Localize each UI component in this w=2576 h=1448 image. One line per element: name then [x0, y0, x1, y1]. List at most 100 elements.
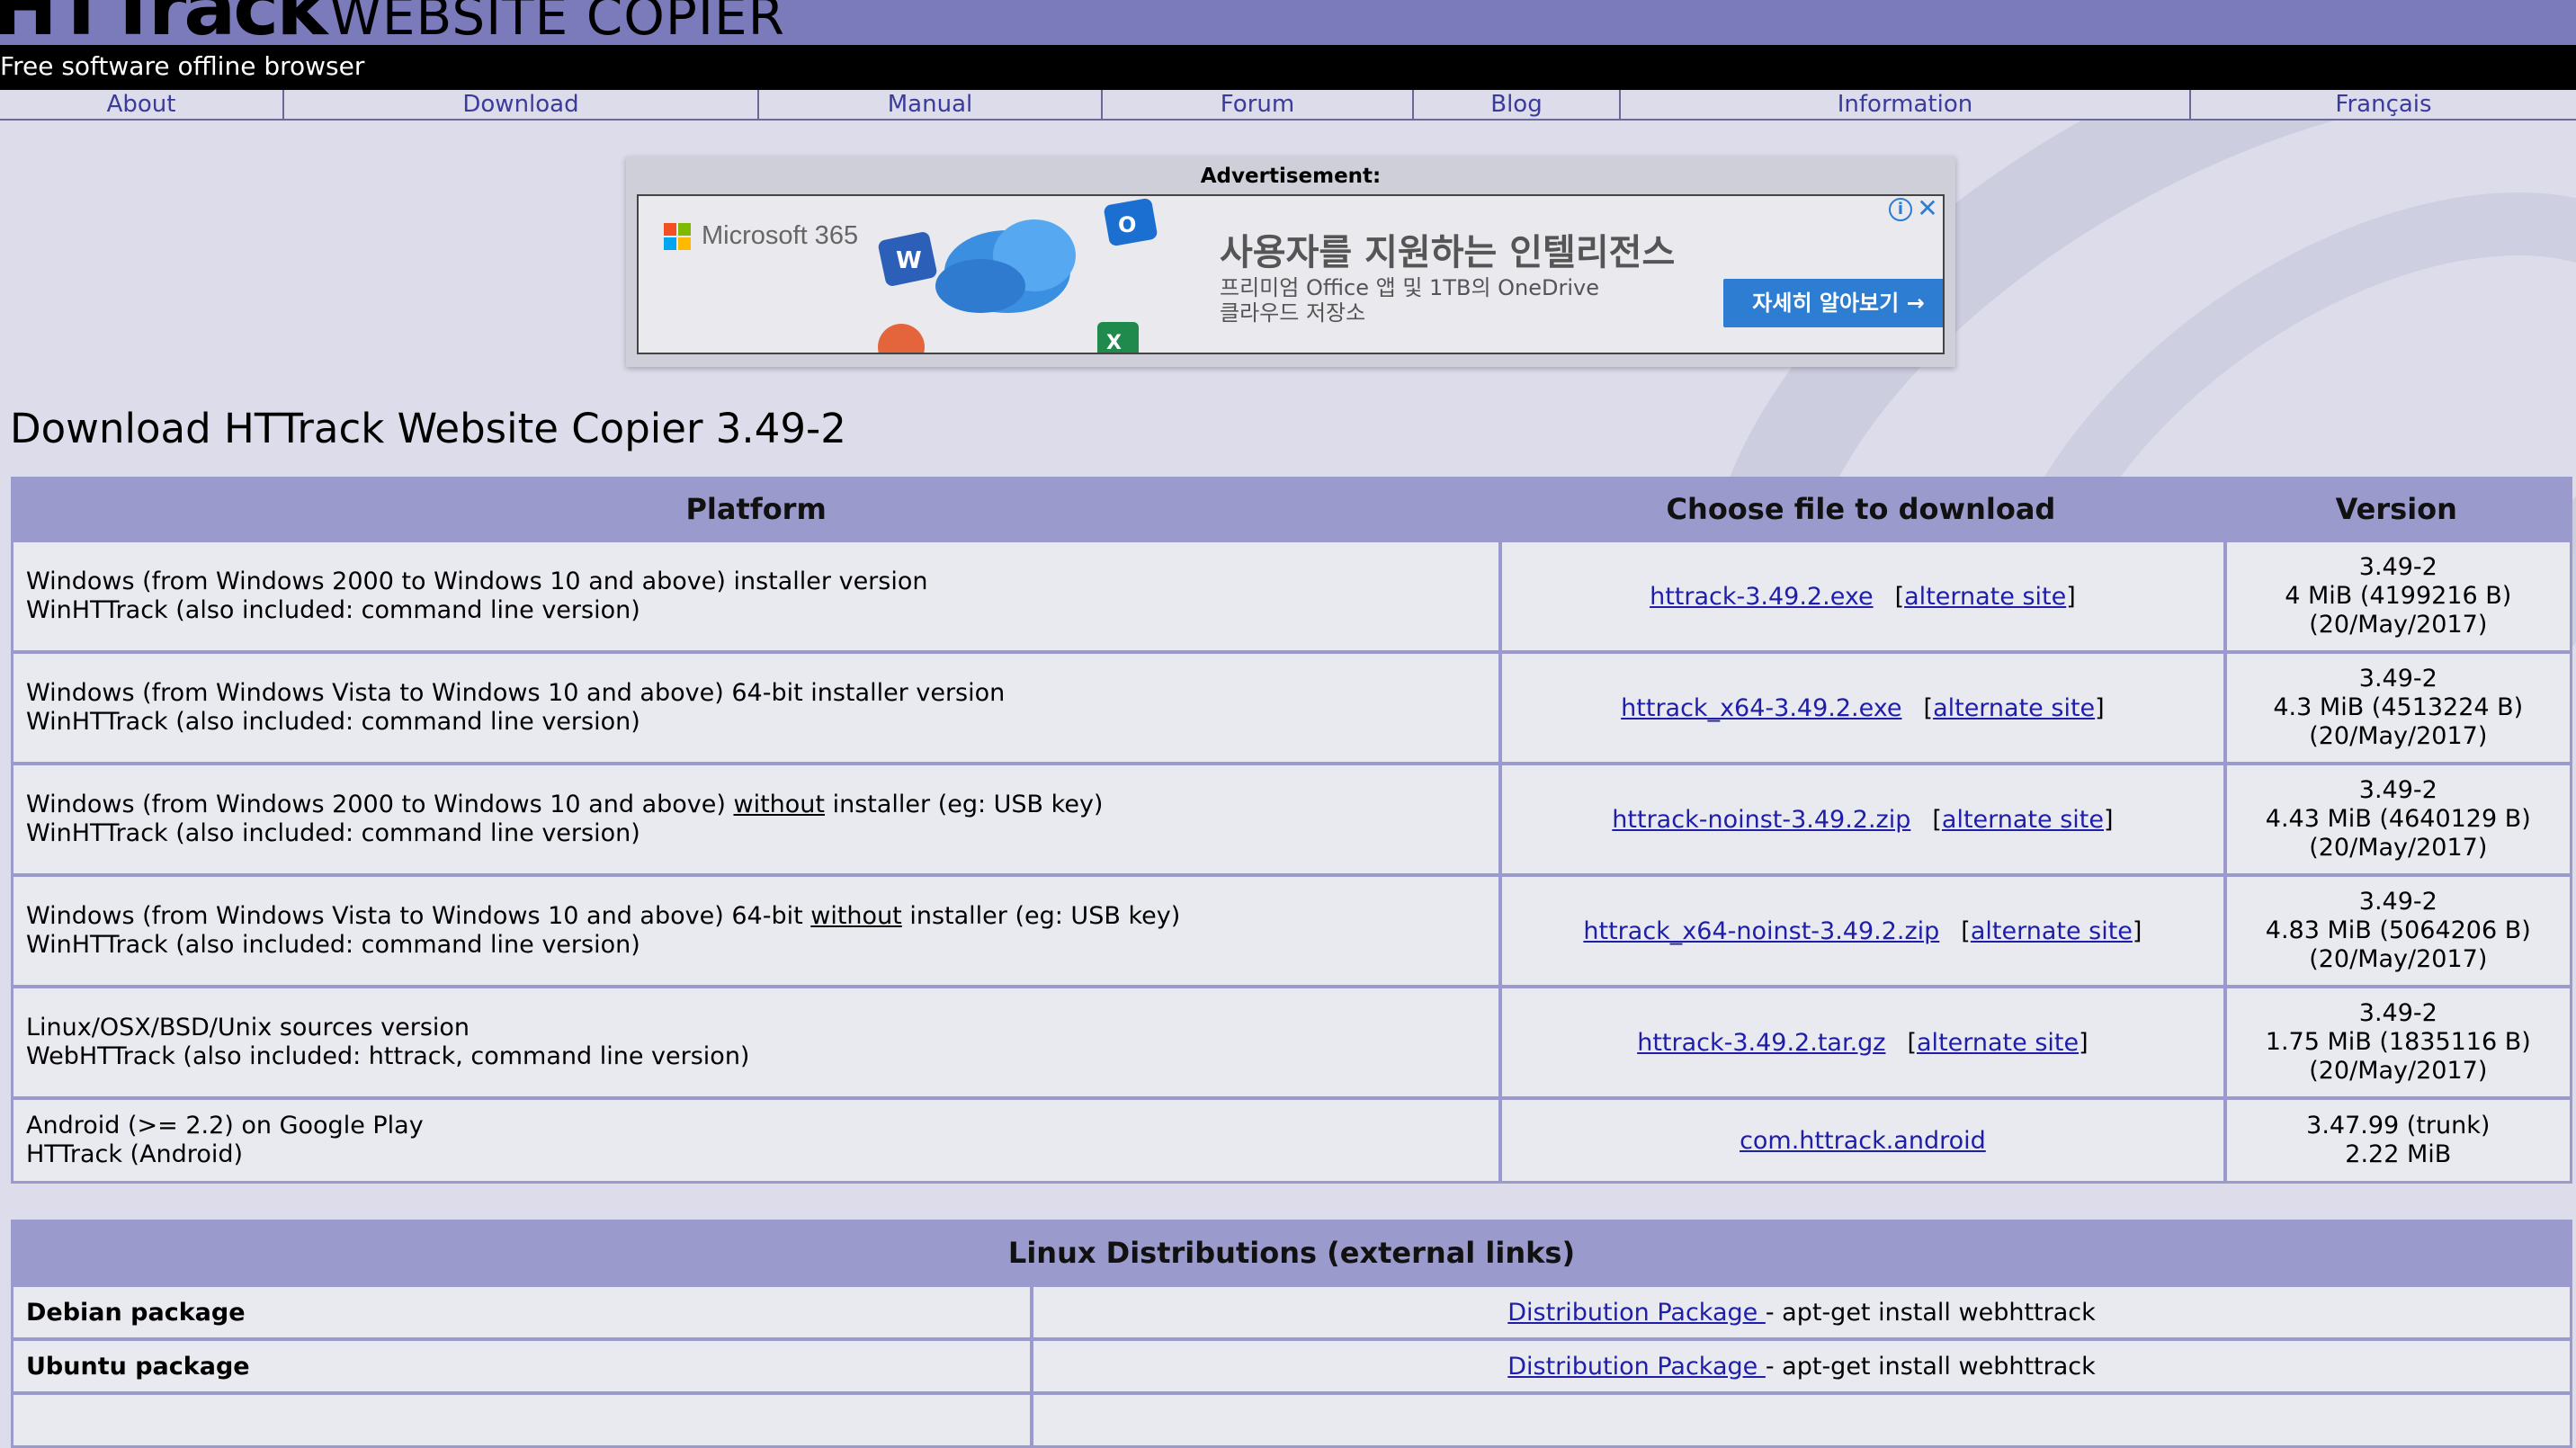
download-file-link[interactable]: httrack-3.49.2.exe [1650, 583, 1874, 611]
download-file-link[interactable]: httrack_x64-3.49.2.exe [1621, 694, 1901, 722]
logo-title: HTTrack [0, 0, 327, 45]
file-size: 4.43 MiB (4640129 B) [2265, 805, 2531, 833]
alternate-bracket: [alternate site] [1894, 582, 2076, 611]
package-cell [1030, 1391, 2570, 1445]
ad-brand: Microsoft 365 [702, 221, 859, 250]
platform-line1: Windows (from Windows 2000 to Windows 10… [26, 568, 1498, 596]
platform-line2: WebHTTrack (also included: httrack, comm… [26, 1042, 750, 1070]
linux-distributions-table: Linux Distributions (external links) Deb… [11, 1220, 2572, 1448]
nav-forum[interactable]: Forum [1101, 90, 1412, 119]
download-row: Windows (from Windows 2000 to Windows 10… [13, 762, 2570, 873]
linux-table-header: Linux Distributions (external links) [13, 1222, 2570, 1283]
nav-information[interactable]: Information [1619, 90, 2189, 119]
platform-desc: Linux/OSX/BSD/Unix sources version [26, 1014, 470, 1041]
nav-about[interactable]: About [0, 90, 282, 119]
platform-line1: Windows (from Windows Vista to Windows 1… [26, 902, 1498, 931]
alternate-bracket: [alternate site] [1923, 693, 2105, 722]
version-cell: 3.49-2 4.43 MiB (4640129 B) (20/May/2017) [2223, 762, 2570, 873]
ad-close-icon[interactable]: ✕ [1916, 196, 1939, 221]
download-row: Windows (from Windows 2000 to Windows 10… [13, 539, 2570, 650]
release-date: (20/May/2017) [2309, 1057, 2488, 1085]
tagline-bar: Free software offline browser [0, 45, 2576, 90]
platform-cell: Windows (from Windows Vista to Windows 1… [13, 873, 1499, 985]
file-size: 1.75 MiB (1835116 B) [2265, 1028, 2531, 1056]
release-date: (20/May/2017) [2309, 722, 2488, 750]
file-cell: httrack-noinst-3.49.2.zip [alternate site… [1498, 762, 2223, 873]
svg-text:X: X [1106, 332, 1122, 354]
file-size: 4.3 MiB (4513224 B) [2273, 693, 2524, 721]
platform-cell: Android (>= 2.2) on Google Play HTTrack … [13, 1096, 1499, 1181]
platform-desc: Windows (from Windows 2000 to Windows 10… [26, 791, 734, 818]
version-number: 3.49-2 [2358, 665, 2437, 693]
download-file-link[interactable]: com.httrack.android [1740, 1127, 1986, 1155]
file-size: 4 MiB (4199216 B) [2285, 582, 2512, 610]
download-table: Platform Choose file to download Version… [11, 477, 2572, 1184]
distribution-package-link[interactable]: Distribution Package [1507, 1299, 1766, 1327]
platform-desc: Windows (from Windows Vista to Windows 1… [26, 679, 1006, 707]
ad-subtext: 프리미엄 Office 앱 및 1TB의 OneDrive 클라우드 저장소 [1220, 275, 1687, 326]
version-number: 3.49-2 [2358, 999, 2437, 1027]
nav-blog[interactable]: Blog [1412, 90, 1619, 119]
file-cell: httrack-3.49.2.exe [alternate site] [1498, 539, 2223, 650]
alternate-site-link[interactable]: alternate site [1917, 1029, 2079, 1057]
download-row: Android (>= 2.2) on Google Play HTTrack … [13, 1096, 2570, 1181]
alternate-bracket: [alternate site] [1932, 805, 2114, 834]
linux-row [13, 1391, 2570, 1445]
alternate-site-link[interactable]: alternate site [1971, 917, 2133, 945]
version-cell: 3.49-2 4.3 MiB (4513224 B) (20/May/2017) [2223, 650, 2570, 762]
nav-francais[interactable]: Français [2189, 90, 2576, 119]
download-row: Windows (from Windows Vista to Windows 1… [13, 650, 2570, 762]
release-date: (20/May/2017) [2309, 834, 2488, 862]
platform-desc: Android (>= 2.2) on Google Play [26, 1112, 424, 1140]
download-file-link[interactable]: httrack-3.49.2.tar.gz [1637, 1029, 1885, 1057]
platform-desc-tail: installer (eg: USB key) [901, 902, 1181, 930]
platform-line1: Linux/OSX/BSD/Unix sources version [26, 1014, 1498, 1042]
download-file-link[interactable]: httrack-noinst-3.49.2.zip [1612, 806, 1910, 834]
package-cell: Distribution Package - apt-get install w… [1030, 1283, 2570, 1337]
header-banner: HTTrack WEBSITE COPIER [0, 0, 2576, 45]
nav-manual[interactable]: Manual [757, 90, 1101, 119]
alternate-site-link[interactable]: alternate site [1933, 694, 2095, 722]
version-number: 3.49-2 [2358, 553, 2437, 581]
package-cell: Distribution Package - apt-get install w… [1030, 1337, 2570, 1391]
platform-cell: Linux/OSX/BSD/Unix sources version WebHT… [13, 985, 1499, 1096]
platform-line2: WinHTTrack (also included: command line … [26, 819, 640, 847]
alternate-bracket: [alternate site] [1961, 916, 2142, 945]
ad-banner[interactable]: Microsoft 365 W O X 사용자를 지원하는 인텔리전스 프리미엄… [637, 194, 1945, 354]
ad-info-icon[interactable]: i [1889, 198, 1912, 221]
alternate-site-link[interactable]: alternate site [1904, 583, 2066, 611]
platform-desc: Windows (from Windows Vista to Windows 1… [26, 902, 811, 930]
platform-emphasis: without [810, 902, 902, 930]
file-size: 2.22 MiB [2345, 1140, 2452, 1168]
ad-subtext-line2: 클라우드 저장소 [1220, 300, 1366, 326]
file-cell: httrack_x64-noinst-3.49.2.zip [alternate … [1498, 873, 2223, 985]
header-choose-file: Choose file to download [1498, 479, 2223, 539]
page-title: Download HTTrack Website Copier 3.49-2 [10, 405, 846, 452]
distribution-package-link[interactable]: Distribution Package [1507, 1353, 1766, 1381]
version-cell: 3.49-2 1.75 MiB (1835116 B) (20/May/2017) [2223, 985, 2570, 1096]
ad-subtext-line1: 프리미엄 Office 앱 및 1TB의 OneDrive [1220, 275, 1600, 300]
version-cell: 3.49-2 4 MiB (4199216 B) (20/May/2017) [2223, 539, 2570, 650]
platform-line2: WinHTTrack (also included: command line … [26, 596, 640, 624]
version-cell: 3.49-2 4.83 MiB (5064206 B) (20/May/2017) [2223, 873, 2570, 985]
platform-line2: HTTrack (Android) [26, 1140, 244, 1168]
platform-line2: WinHTTrack (also included: command line … [26, 931, 640, 959]
platform-cell: Windows (from Windows Vista to Windows 1… [13, 650, 1499, 762]
file-cell: httrack-3.49.2.tar.gz [alternate site] [1498, 985, 2223, 1096]
nav-download[interactable]: Download [282, 90, 757, 119]
release-date: (20/May/2017) [2309, 611, 2488, 639]
download-file-link[interactable]: httrack_x64-noinst-3.49.2.zip [1583, 917, 1939, 945]
version-number: 3.47.99 (trunk) [2306, 1112, 2491, 1140]
ad-learn-more-button[interactable]: 자세히 알아보기 → [1723, 279, 1943, 327]
advertisement-box: Advertisement: Microsoft 365 W O X 사용자를 … [626, 156, 1955, 367]
platform-line1: Windows (from Windows Vista to Windows 1… [26, 679, 1498, 708]
file-size: 4.83 MiB (5064206 B) [2265, 916, 2531, 944]
platform-line1: Windows (from Windows 2000 to Windows 10… [26, 791, 1498, 819]
file-cell: httrack_x64-3.49.2.exe [alternate site] [1498, 650, 2223, 762]
package-command: - apt-get install webhttrack [1765, 1352, 2096, 1381]
tagline: Free software offline browser [0, 51, 365, 81]
site-logo[interactable]: HTTrack WEBSITE COPIER [0, 0, 785, 45]
package-name: Debian package [13, 1283, 1030, 1337]
platform-desc: Windows (from Windows 2000 to Windows 10… [26, 568, 928, 595]
alternate-site-link[interactable]: alternate site [1942, 806, 2104, 834]
